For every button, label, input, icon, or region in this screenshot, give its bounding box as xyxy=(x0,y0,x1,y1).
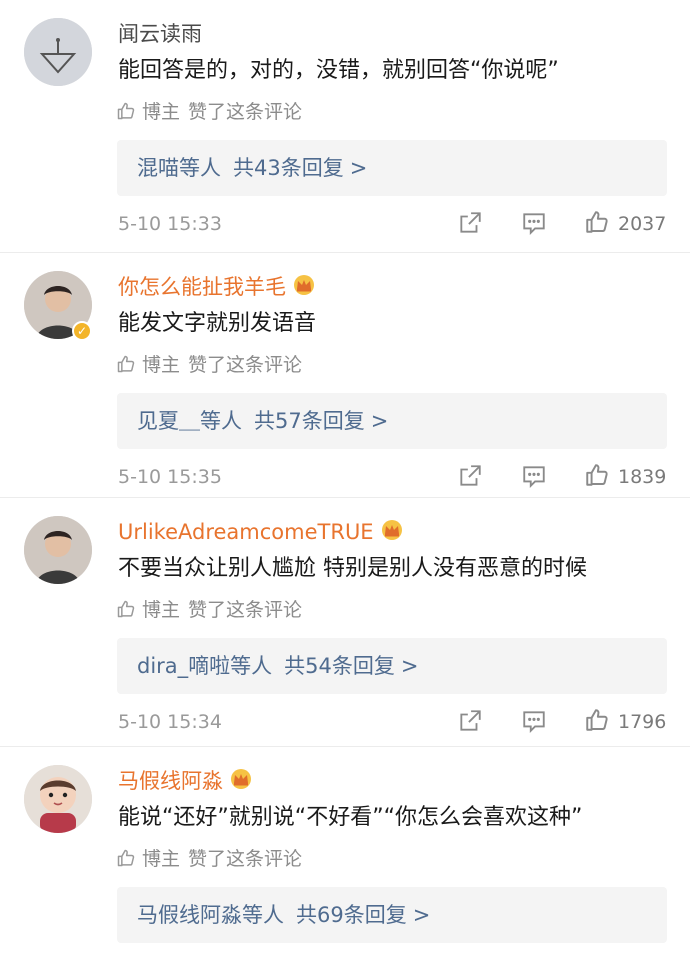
avatar[interactable] xyxy=(24,18,92,86)
username-text: 你怎么能扯我羊毛 xyxy=(118,275,286,299)
crown-icon xyxy=(292,274,316,303)
timestamp: 5-10 15:33 xyxy=(118,213,222,235)
comment-text: 能说“还好”就别说“不好看”“你怎么会喜欢这种” xyxy=(118,805,583,830)
chevron-right-icon: > xyxy=(400,654,419,678)
username[interactable]: 马假线阿淼 xyxy=(118,767,253,797)
reply-summary[interactable]: 见夏＿等人 共57条回复 > xyxy=(117,393,667,449)
comment-icon[interactable] xyxy=(521,210,547,236)
reply-count: 共57条回复 xyxy=(254,409,365,433)
comment-text: 不要当众让别人尴尬 特别是别人没有恶意的时候 xyxy=(118,556,587,581)
thumb-up-icon xyxy=(116,599,136,625)
liked-text: 赞了这条评论 xyxy=(188,101,303,123)
thumb-up-icon xyxy=(116,354,136,380)
username-text: 马假线阿淼 xyxy=(118,769,223,793)
share-icon[interactable] xyxy=(457,210,483,236)
comment-item: 马假线阿淼 能说“还好”就别说“不好看”“你怎么会喜欢这种” 博主 赞了这条评论 马假线… xyxy=(0,746,690,963)
reply-summary[interactable]: 混喵等人 共43条回复 > xyxy=(117,140,667,196)
liked-text: 赞了这条评论 xyxy=(188,354,303,376)
author-liked-row: 博主 赞了这条评论 xyxy=(116,353,302,380)
author-liked-row: 博主 赞了这条评论 xyxy=(116,100,302,127)
like-button[interactable] xyxy=(584,707,610,733)
liked-text: 赞了这条评论 xyxy=(188,599,303,621)
thumb-up-icon xyxy=(584,464,610,492)
timestamp: 5-10 15:34 xyxy=(118,711,222,733)
thumb-up-icon xyxy=(584,211,610,239)
liked-text: 赞了这条评论 xyxy=(188,848,303,870)
comment-icon[interactable] xyxy=(521,463,547,489)
crown-icon xyxy=(380,519,404,548)
comment-item: UrlikeAdreamcomeTRUE 不要当众让别人尴尬 特别是别人没有恶意的… xyxy=(0,497,690,747)
like-button[interactable] xyxy=(584,462,610,488)
like-button[interactable] xyxy=(584,209,610,235)
username[interactable]: UrlikeAdreamcomeTRUE xyxy=(118,518,404,548)
share-icon[interactable] xyxy=(457,708,483,734)
reply-users: 见夏＿等人 xyxy=(137,409,242,433)
like-count: 1839 xyxy=(618,466,667,488)
comment-text: 能发文字就别发语音 xyxy=(118,311,317,336)
reply-users: 混喵等人 xyxy=(137,156,221,180)
author-label: 博主 xyxy=(142,599,181,621)
thumb-up-icon xyxy=(116,848,136,874)
thumb-up-icon xyxy=(584,709,610,737)
username[interactable]: 你怎么能扯我羊毛 xyxy=(118,273,316,303)
avatar[interactable] xyxy=(24,516,92,584)
reply-count: 共43条回复 xyxy=(233,156,344,180)
author-label: 博主 xyxy=(142,848,181,870)
comment-icon[interactable] xyxy=(521,708,547,734)
like-count: 1796 xyxy=(618,711,667,733)
author-liked-row: 博主 赞了这条评论 xyxy=(116,598,302,625)
avatar[interactable] xyxy=(24,765,92,833)
username-text: UrlikeAdreamcomeTRUE xyxy=(118,520,374,544)
comment-text: 能回答是的，对的，没错，就别回答“你说呢” xyxy=(118,58,559,83)
timestamp: 5-10 15:35 xyxy=(118,466,222,488)
chevron-right-icon: > xyxy=(412,903,431,927)
reply-summary[interactable]: dira_嘀啦等人 共54条回复 > xyxy=(117,638,667,694)
verified-badge-icon: ✓ xyxy=(72,321,92,341)
reply-summary[interactable]: 马假线阿淼等人 共69条回复 > xyxy=(117,887,667,943)
username-text: 闻云读雨 xyxy=(118,22,202,46)
reply-count: 共69条回复 xyxy=(296,903,407,927)
reply-users: 马假线阿淼等人 xyxy=(137,903,284,927)
username[interactable]: 闻云读雨 xyxy=(118,20,202,48)
author-liked-row: 博主 赞了这条评论 xyxy=(116,847,302,874)
like-count: 2037 xyxy=(618,213,667,235)
crown-icon xyxy=(229,768,253,797)
chevron-right-icon: > xyxy=(349,156,368,180)
comment-item: 闻云读雨能回答是的，对的，没错，就别回答“你说呢” 博主 赞了这条评论混喵等人 共43… xyxy=(0,0,690,252)
reply-count: 共54条回复 xyxy=(284,654,395,678)
chevron-right-icon: > xyxy=(370,409,389,433)
author-label: 博主 xyxy=(142,101,181,123)
thumb-up-icon xyxy=(116,101,136,127)
reply-users: dira_嘀啦等人 xyxy=(137,654,273,678)
comment-item: ✓ 你怎么能扯我羊毛 能发文字就别发语音 博主 赞了这条评论 见夏＿等人 共57条回复 >5-… xyxy=(0,252,690,498)
author-label: 博主 xyxy=(142,354,181,376)
share-icon[interactable] xyxy=(457,463,483,489)
